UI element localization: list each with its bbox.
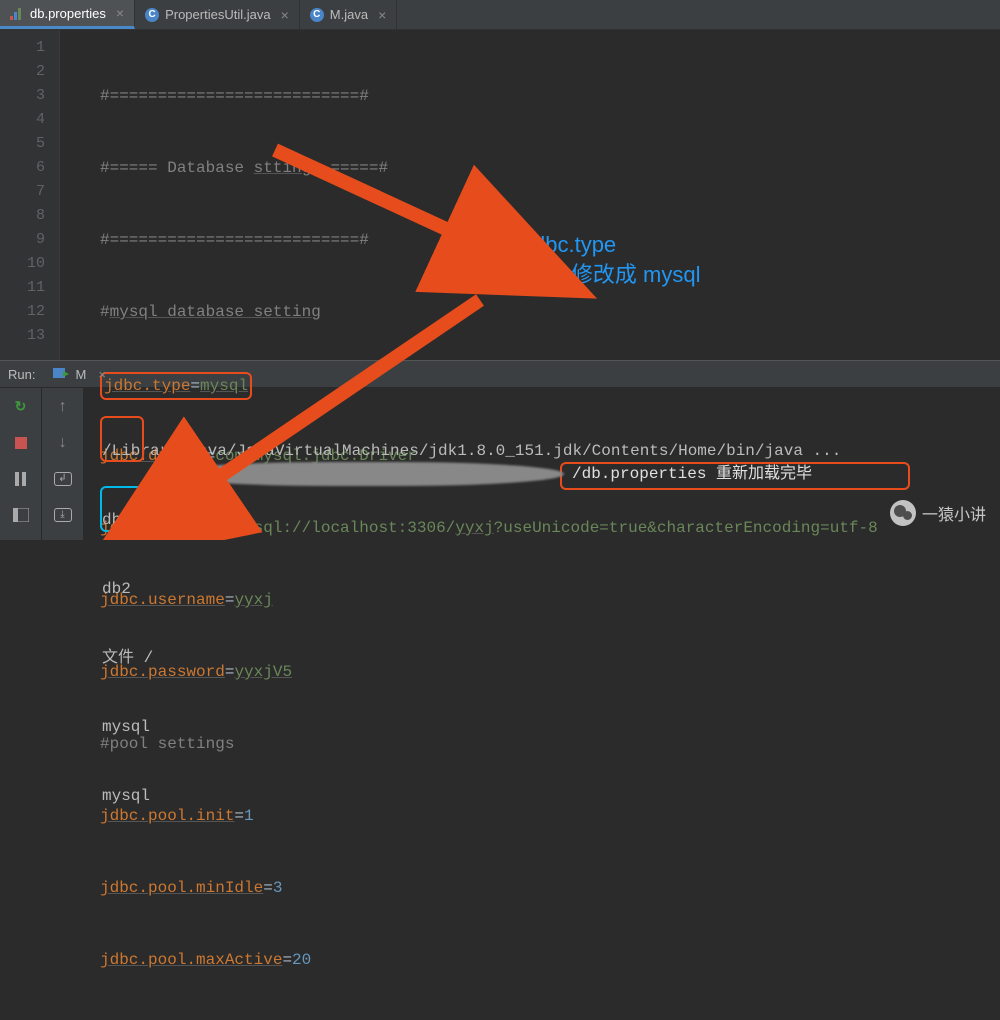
console-line: mysql bbox=[102, 785, 841, 808]
editor-tabs: db.properties × C PropertiesUtil.java × … bbox=[0, 0, 1000, 30]
rerun-button[interactable]: ↻ bbox=[10, 396, 32, 418]
run-toolbar-left: ↻ bbox=[0, 388, 42, 540]
annotation-box-db2 bbox=[100, 416, 144, 462]
layout-button[interactable] bbox=[10, 504, 32, 526]
redaction-scribble bbox=[164, 462, 564, 486]
down-button[interactable]: ↓ bbox=[52, 432, 74, 454]
tab-label: M.java bbox=[330, 7, 368, 22]
console-line: db2 bbox=[102, 509, 841, 532]
console-command: /Library/Java/JavaVirtualMachines/jdk1.8… bbox=[102, 440, 841, 463]
close-icon[interactable]: × bbox=[116, 5, 124, 21]
annotation-text: 把 jdbc.type 从 db2 修改成 mysql bbox=[500, 230, 701, 290]
console-reload-text: /db.properties 重新加载完毕 bbox=[572, 463, 812, 486]
stop-button[interactable] bbox=[10, 432, 32, 454]
run-config-icon bbox=[53, 366, 69, 383]
wechat-icon bbox=[890, 500, 916, 526]
tab-label: db.properties bbox=[30, 6, 106, 21]
annotation-box-mysql bbox=[100, 486, 164, 532]
java-class-icon: C bbox=[145, 8, 159, 22]
close-icon[interactable]: × bbox=[98, 367, 106, 382]
run-config[interactable]: M × bbox=[53, 366, 105, 383]
properties-file-icon bbox=[10, 6, 24, 20]
pause-button[interactable] bbox=[10, 468, 32, 490]
console-line: mysql bbox=[102, 716, 841, 739]
line-gutter: 123 456 789 101112 13 bbox=[0, 30, 60, 360]
tab-properties-util[interactable]: C PropertiesUtil.java × bbox=[135, 0, 300, 29]
console-line: 文件 / bbox=[102, 647, 841, 670]
code-area[interactable]: #==========================# #===== Data… bbox=[60, 30, 878, 360]
tab-label: PropertiesUtil.java bbox=[165, 7, 271, 22]
code-editor[interactable]: 123 456 789 101112 13 #=================… bbox=[0, 30, 1000, 360]
close-icon[interactable]: × bbox=[281, 7, 289, 23]
soft-wrap-button[interactable]: ↲ bbox=[52, 468, 74, 490]
close-icon[interactable]: × bbox=[378, 7, 386, 23]
run-toolbar-right: ↑ ↓ ↲ ⤓ bbox=[42, 388, 84, 540]
console-line: db2 bbox=[102, 578, 841, 601]
run-label: Run: bbox=[8, 367, 35, 382]
java-class-icon: C bbox=[310, 8, 324, 22]
wechat-watermark: 一猿小讲 bbox=[890, 500, 986, 526]
tab-db-properties[interactable]: db.properties × bbox=[0, 0, 135, 29]
tab-m-java[interactable]: C M.java × bbox=[300, 0, 397, 29]
up-button[interactable]: ↑ bbox=[52, 396, 74, 418]
scroll-end-button[interactable]: ⤓ bbox=[52, 504, 74, 526]
